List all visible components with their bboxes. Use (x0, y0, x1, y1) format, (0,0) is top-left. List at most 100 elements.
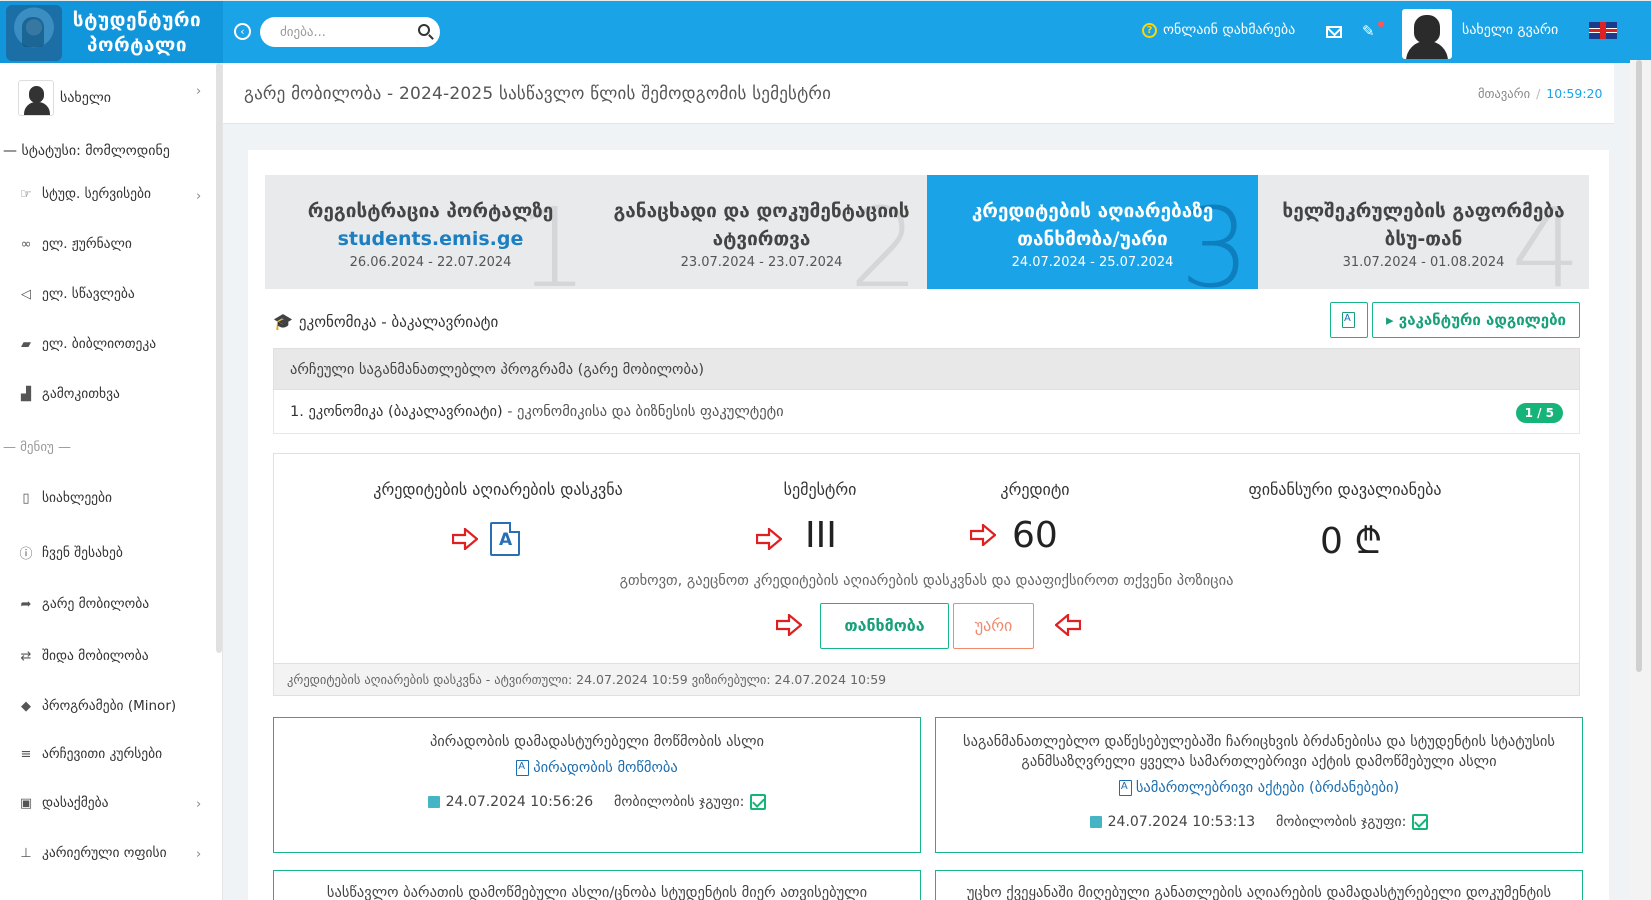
step-4[interactable]: 4 ხელშეკრულების გაფორმება ბსუ-თან 31.07.… (1258, 175, 1589, 289)
pdf-button[interactable] (1330, 302, 1368, 338)
semester-label: სემესტრი (783, 480, 857, 499)
vacancies-label: ვაკანტური ადგილები (1398, 311, 1567, 329)
logo-text: სტუდენტური პორტალი (72, 8, 202, 56)
sidebar-item-label: არჩევითი კურსები (42, 746, 163, 762)
sidebar-item-library[interactable]: ▰ ელ. ბიბლიოთეკა (18, 336, 156, 352)
sidebar-item-external-mobility[interactable]: ➦ გარე მობილობა (18, 596, 150, 612)
sidebar-item-survey[interactable]: ▟ გამოკითხვა (18, 386, 120, 402)
checkbox-checked-icon[interactable] (1412, 814, 1429, 830)
avatar[interactable] (1402, 9, 1452, 59)
sidebar-item-elearning[interactable]: ◁ ელ. სწავლება (18, 286, 135, 302)
table-header: არჩეული საგანმანათლებლო პროგრამა (გარე მ… (273, 348, 1580, 390)
notification-dot (1378, 21, 1384, 27)
upload-info: კრედიტების აღიარების დასკვნა - ატვირთული… (274, 663, 1579, 695)
sidebar-item-journal[interactable]: ∞ ელ. ჟურნალი (18, 236, 132, 252)
breadcrumb-home[interactable]: მთავარი (1478, 86, 1530, 101)
graduation-cap-icon: 🎓 (273, 312, 293, 331)
emis-link[interactable]: students.emis.ge (338, 228, 524, 250)
question-icon: ? (1142, 22, 1157, 38)
sidebar-item-label: პროგრამები (Minor) (42, 698, 177, 714)
portal-logo[interactable]: სტუდენტური პორტალი (0, 1, 223, 64)
position-notice: გთხოვთ, გაეცნოთ კრედიტების აღიარების დას… (619, 573, 1234, 589)
document-meta: 24.07.2024 10:53:13 მობილობის ჯგუფი: (936, 814, 1582, 830)
debt-value: 0 ₾ (1320, 521, 1383, 562)
pdf-icon (516, 760, 530, 776)
document-link[interactable]: პირადობის მოწმობა (516, 760, 678, 776)
online-help-link[interactable]: ? ონლაინ დახმარება (1142, 22, 1295, 38)
sidebar-item-services[interactable]: ☞ სტუდ. სერვისები (18, 186, 151, 202)
sidebar-item-employment[interactable]: ▣ დასაქმება (18, 795, 109, 811)
page-scrollbar[interactable] (1636, 60, 1642, 672)
upload-date: 24.07.2024 10:56:26 (445, 794, 594, 810)
sidebar-item-label: შიდა მობილობა (42, 648, 149, 664)
step-2[interactable]: 2 განაცხადი და დოკუმენტაციის ატვირთვა 23… (596, 175, 927, 289)
sidebar-item-label: დასაქმება (42, 795, 109, 811)
checkbox-checked-icon[interactable] (750, 794, 767, 810)
mobility-steps: 1 რეგისტრაცია პორტალზე students.emis.ge 2… (265, 175, 1589, 289)
arrow-right-icon (452, 528, 478, 550)
credit-label: კრედიტი (1000, 480, 1070, 499)
edit-icon[interactable]: ✎ (1362, 22, 1375, 40)
chevron-right-icon[interactable]: › (196, 84, 201, 99)
book-icon: ▰ (21, 336, 31, 352)
sidebar-scrollbar[interactable] (216, 63, 222, 653)
page-title: გარე მობილობა - 2024-2025 სასწავლო წლის … (244, 84, 832, 104)
thumb-icon: ☞ (20, 186, 32, 202)
sidebar-item-about[interactable]: ⓘ ჩვენ შესახებ (18, 543, 122, 563)
mail-icon[interactable] (1326, 26, 1342, 38)
uk-flag-icon[interactable] (1589, 22, 1617, 39)
arrow-right-icon (756, 528, 782, 550)
chevron-right-icon[interactable]: › (196, 847, 201, 862)
chevron-right-icon[interactable]: › (196, 797, 201, 812)
pdf-icon (1118, 780, 1132, 796)
conclusion-pdf-icon[interactable] (490, 522, 520, 556)
step-title: განაცხადი და დოკუმენტაციის ატვირთვა (613, 200, 910, 250)
step-dates: 31.07.2024 - 01.08.2024 (1342, 255, 1505, 270)
clock-time: 10:59:20 (1546, 86, 1603, 101)
sidebar-item-news[interactable]: ▯ სიახლეები (18, 490, 112, 506)
sidebar-item-minor[interactable]: ◆ პროგრამები (Minor) (18, 698, 176, 714)
search-icon[interactable] (418, 24, 430, 36)
emblem-icon (6, 4, 62, 61)
arrow-left-icon (1055, 614, 1081, 636)
search-input[interactable] (260, 17, 400, 47)
refuse-button[interactable]: უარი (953, 603, 1034, 649)
faculty-name: - ეკონომიკისა და ბიზნესის ფაკულტეტი (502, 404, 784, 420)
chevron-right-icon[interactable]: › (196, 189, 201, 204)
sidebar-item-label: სიახლეები (42, 490, 113, 506)
step-3[interactable]: 3 კრედიტების აღიარებაზე თანხმობა/უარი 24… (927, 175, 1258, 289)
user-silhouette-icon (1406, 15, 1448, 59)
sidebar-item-label: კარიერული ოფისი (42, 845, 167, 861)
sidebar-profile[interactable]: სახელი (18, 80, 111, 116)
sidebar-item-electives[interactable]: ≡ არჩევითი კურსები (18, 746, 163, 762)
database-icon: ≡ (20, 746, 32, 762)
sidebar-item-label: ელ. ბიბლიოთეკა (42, 336, 157, 352)
sidebar-item-label: ელ. ჟურნალი (42, 236, 132, 252)
megaphone-icon: ◁ (21, 286, 31, 302)
document-link[interactable]: სამართლებრივი აქტები (ბრძანებები) (1118, 780, 1399, 796)
link-icon: ∞ (20, 236, 32, 252)
step-dates: 23.07.2024 - 23.07.2024 (680, 255, 843, 270)
vacancies-button[interactable]: ▸ ვაკანტური ადგილები (1372, 302, 1580, 338)
step-1[interactable]: 1 რეგისტრაცია პორტალზე students.emis.ge 2… (265, 175, 596, 289)
calendar-icon (1089, 816, 1102, 828)
step-title: კრედიტების აღიარებაზე თანხმობა/უარი (971, 200, 1214, 250)
agree-button[interactable]: თანხმობა (820, 603, 949, 649)
sidebar-toggle-icon[interactable]: ‹ (234, 23, 251, 40)
menu-section-label: — მენიუ — (3, 440, 71, 455)
document-title: სასწავლო ბარათის დამოწმებული ასლი/ცნობა … (326, 885, 868, 900)
sidebar-item-label: გამოკითხვა (42, 386, 120, 402)
user-name[interactable]: სახელი გვარი (1462, 22, 1558, 38)
arrow-right-icon (970, 524, 996, 546)
document-title: პირადობის დამადასტურებელი მოწმობის ასლი (429, 734, 765, 750)
help-label: ონლაინ დახმარება (1163, 22, 1296, 38)
profile-avatar (18, 80, 54, 116)
semester-value: III (805, 515, 837, 556)
document-meta: 24.07.2024 10:56:26 მობილობის ჯგუფი: (274, 794, 920, 810)
sidebar-item-internal-mobility[interactable]: ⇄ შიდა მობილობა (18, 648, 149, 664)
bar-chart-icon: ▟ (21, 386, 31, 402)
sidebar-item-label: გარე მობილობა (42, 596, 150, 612)
upload-date: 24.07.2024 10:53:13 (1107, 814, 1256, 830)
sidebar-item-career[interactable]: ⊥ კარიერული ოფისი (18, 845, 167, 861)
clipboard-icon: ▯ (22, 490, 30, 506)
